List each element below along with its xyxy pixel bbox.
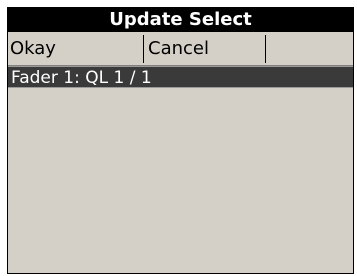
update-select-dialog: Update Select Okay Cancel Fader 1: QL 1 … (7, 7, 354, 274)
dialog-title: Update Select (8, 8, 353, 32)
update-list: Fader 1: QL 1 / 1 (8, 66, 353, 273)
dialog-toolbar: Okay Cancel (8, 32, 353, 66)
list-item-fader-1[interactable]: Fader 1: QL 1 / 1 (8, 66, 353, 88)
okay-button[interactable]: Okay (8, 35, 144, 63)
cancel-button[interactable]: Cancel (144, 35, 266, 63)
